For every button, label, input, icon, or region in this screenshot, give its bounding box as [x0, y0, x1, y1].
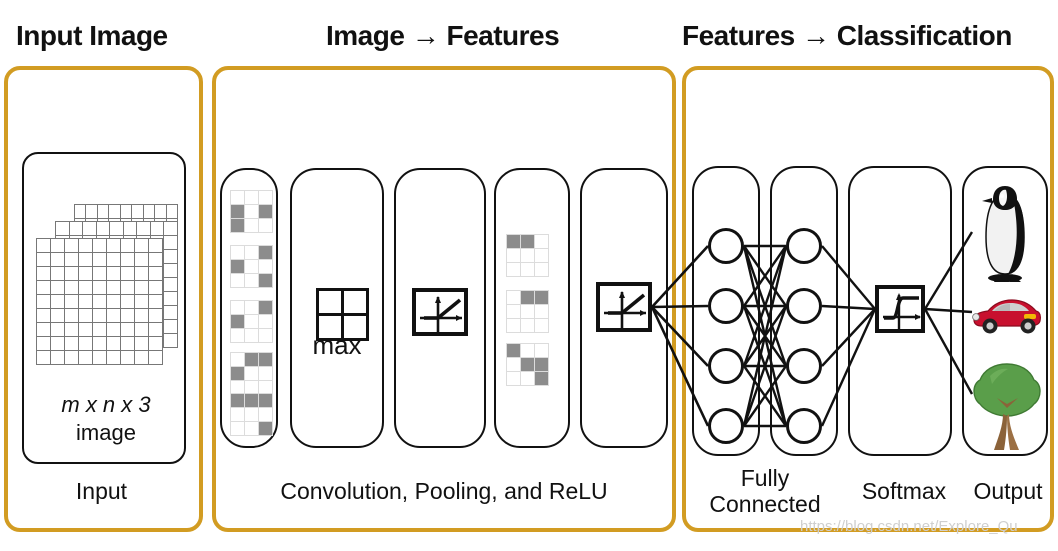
watermark: https://blog.csdn.net/Explore_Qu [800, 518, 1018, 535]
fc-node [786, 288, 822, 324]
fc-node [708, 288, 744, 324]
fc-node [708, 408, 744, 444]
image-dimensions-label: m x n x 3 [61, 392, 151, 417]
fc-node [786, 348, 822, 384]
feature-map-1 [506, 234, 549, 277]
caption-softmax: Softmax [861, 478, 947, 504]
image-channel-stack [36, 204, 178, 374]
penguin-image [982, 186, 1025, 282]
fc-node [786, 228, 822, 264]
header-features-to-classification: Features → Classification [682, 20, 1012, 51]
caption-fully-connected: Fully Connected [709, 465, 821, 517]
header-input-image: Input Image [16, 20, 168, 51]
input-image-card: m x n x 3 image [22, 152, 186, 464]
softmax-glyph [883, 293, 921, 330]
fc-node [786, 408, 822, 444]
relu-curve-icon-2 [596, 282, 652, 332]
sigmoid-curve-icon [875, 285, 925, 333]
image-channel-1 [36, 238, 163, 365]
fc-node [708, 228, 744, 264]
tree-image [973, 363, 1041, 450]
header-image-to-features: Image → Features [326, 20, 560, 51]
image-word-label: image [76, 420, 136, 445]
caption-input: Input [75, 478, 128, 504]
caption-output: Output [973, 478, 1043, 504]
kernel-5 [230, 393, 273, 436]
fc-node [708, 348, 744, 384]
car-image [972, 299, 1041, 334]
relu-glyph-2 [604, 291, 646, 328]
kernel-3 [230, 300, 273, 343]
kernel-2 [230, 245, 273, 288]
max-pool-label: max [312, 330, 362, 360]
kernel-4 [230, 352, 273, 395]
kernel-1 [230, 190, 273, 233]
feature-map-2 [506, 290, 549, 333]
cnn-architecture-diagram: Input Image Image → Features Features → … [0, 0, 1058, 551]
feature-map-3 [506, 343, 549, 386]
caption-features: Convolution, Pooling, and ReLU [280, 478, 608, 504]
relu-glyph [420, 296, 462, 333]
relu-curve-icon [412, 288, 468, 336]
